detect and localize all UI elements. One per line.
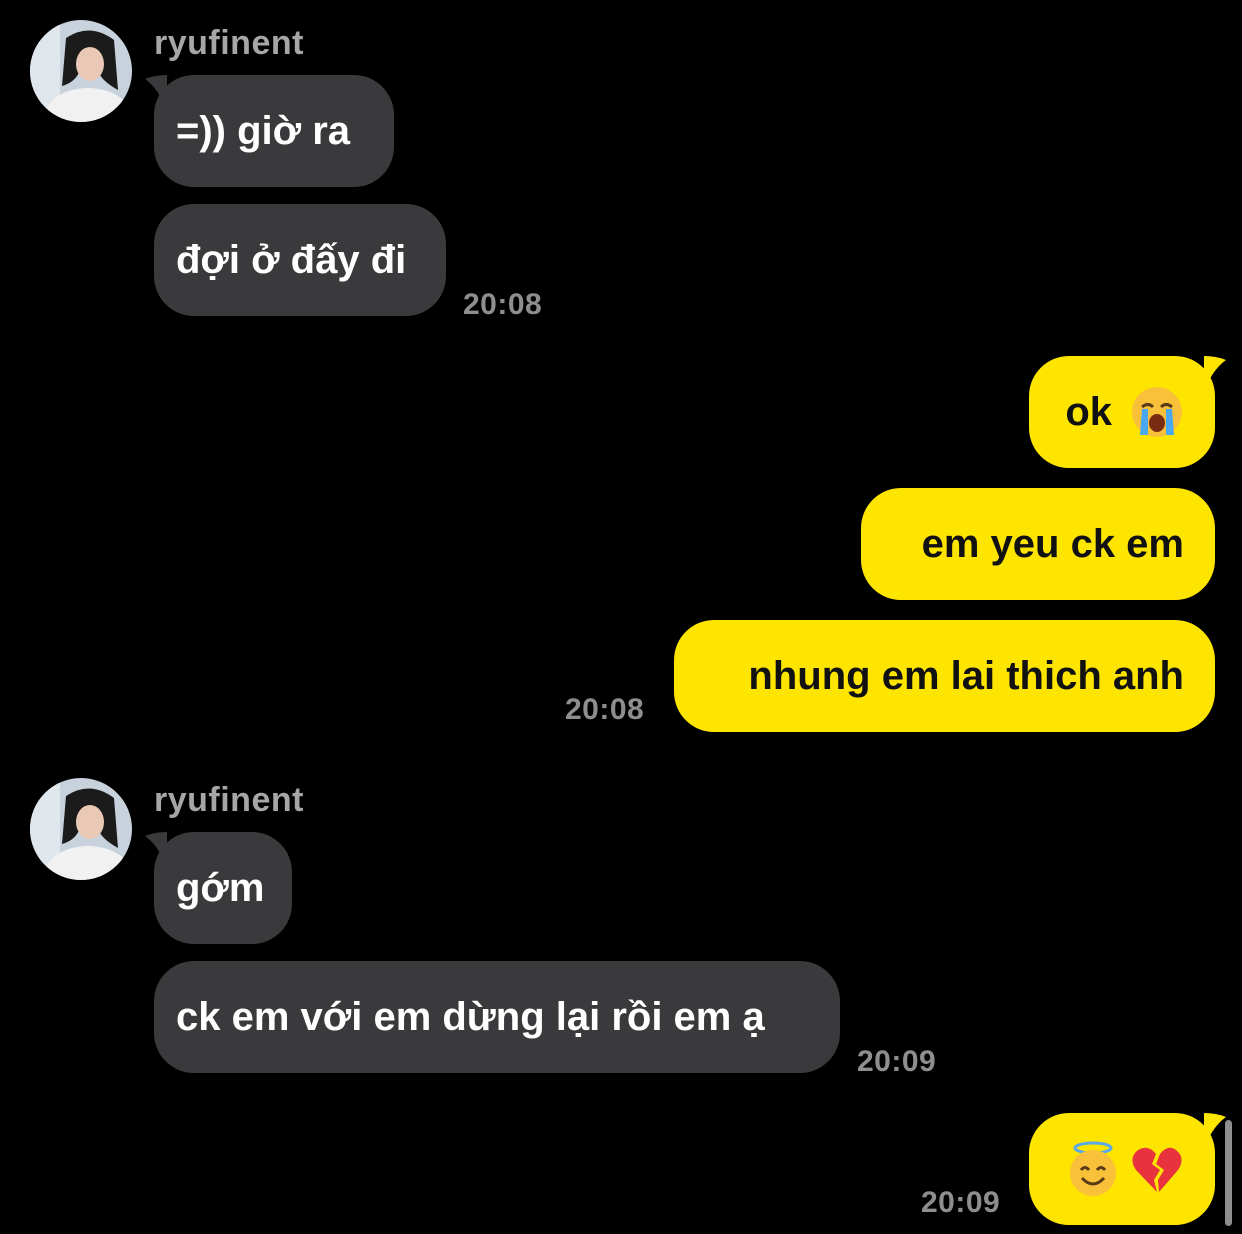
message-text: ck em với em dừng lại rồi em ạ <box>176 994 765 1039</box>
bubble-tail-icon <box>145 832 167 868</box>
bubble-tail-icon <box>1204 356 1226 392</box>
scrollbar[interactable] <box>1225 1120 1232 1226</box>
smiling-face-with-halo-emoji <box>1070 1141 1116 1196</box>
bubble-tail-icon <box>1204 1113 1226 1149</box>
avatar-photo-icon <box>30 20 132 122</box>
message-bubble[interactable]: nhung em lai thich anh <box>674 620 1215 732</box>
message-bubble[interactable]: ck em với em dừng lại rồi em ạ <box>154 961 840 1073</box>
timestamp: 20:09 <box>857 1045 937 1078</box>
timestamp: 20:09 <box>921 1186 1001 1219</box>
timestamp: 20:08 <box>565 693 645 726</box>
message-text: =)) giờ ra <box>176 108 351 153</box>
avatar[interactable] <box>30 778 132 880</box>
timestamp: 20:08 <box>463 288 543 321</box>
bubble-tail-icon <box>145 75 167 111</box>
avatar[interactable] <box>30 20 132 122</box>
sender-name: ryufinent <box>154 781 304 819</box>
message-text: gớm <box>176 865 265 910</box>
message-bubble[interactable]: =)) giờ ra <box>145 75 394 187</box>
broken-heart-emoji <box>1132 1147 1182 1192</box>
avatar-photo-icon <box>30 778 132 880</box>
message-bubble[interactable]: em yeu ck em <box>861 488 1215 600</box>
loudly-crying-face-emoji <box>1132 387 1182 437</box>
message-bubble[interactable] <box>1029 1113 1226 1225</box>
message-bubble[interactable]: đợi ở đấy đi <box>154 204 446 316</box>
sender-name: ryufinent <box>154 24 304 62</box>
message-text: đợi ở đấy đi <box>176 237 407 282</box>
message-text: ok <box>1065 389 1112 434</box>
message-bubble[interactable]: ok <box>1029 356 1226 468</box>
message-bubble[interactable]: gớm <box>145 832 292 944</box>
message-text: em yeu ck em <box>921 521 1184 566</box>
message-text: nhung em lai thich anh <box>748 653 1184 698</box>
